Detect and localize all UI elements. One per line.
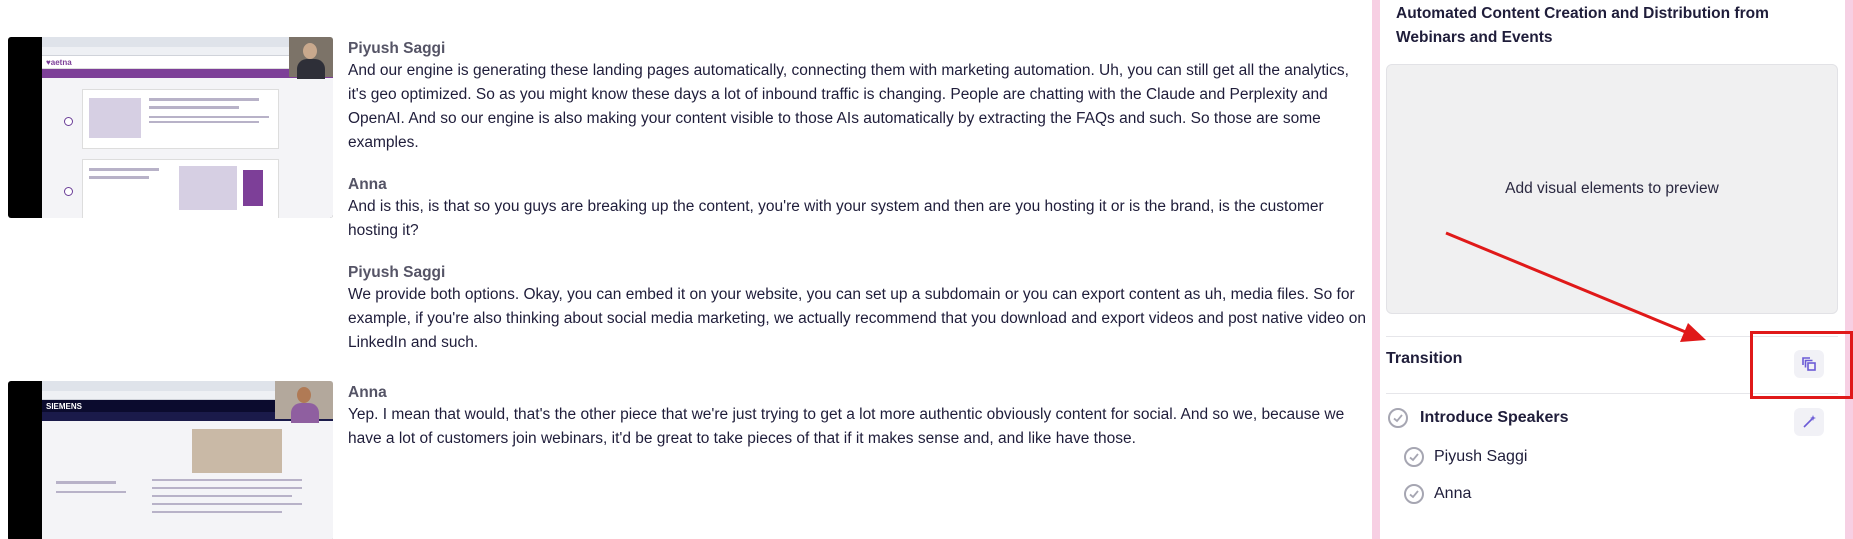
transcript-text: Yep. I mean that would, that's the other… — [348, 406, 1345, 447]
participant-video — [275, 381, 333, 423]
brand-logo: SIEMENS — [46, 401, 83, 411]
brand-logo: ♥aetna — [46, 57, 72, 67]
video-thumbnail[interactable]: SIEMENS — [8, 381, 333, 539]
transcript-area: ♥aetna SIEMENS Piyush Saggi And our engi… — [0, 0, 1372, 539]
speaker-item: Piyush Saggi — [1434, 448, 1528, 465]
transcript-entry: Anna And is this, is that so you guys ar… — [348, 175, 1368, 243]
check-circle-icon[interactable] — [1404, 484, 1424, 504]
video-thumbnail[interactable]: ♥aetna — [8, 37, 333, 218]
magic-wand-icon — [1803, 415, 1816, 428]
section-title: Introduce Speakers — [1420, 409, 1569, 426]
speaker-item: Anna — [1434, 485, 1472, 502]
visual-preview[interactable]: Add visual elements to preview — [1386, 64, 1838, 314]
preview-placeholder: Add visual elements to preview — [1505, 180, 1719, 197]
speaker-name: Anna — [348, 384, 387, 401]
check-circle-icon[interactable] — [1388, 408, 1408, 428]
transcript-entry: Piyush Saggi And our engine is generatin… — [348, 39, 1368, 155]
transcript-text: And is this, is that so you guys are bre… — [348, 198, 1324, 239]
transcript-entry: Anna Yep. I mean that would, that's the … — [348, 383, 1368, 451]
participant-video — [289, 37, 333, 79]
magic-button[interactable] — [1794, 408, 1824, 436]
panel-border-left — [1372, 0, 1380, 539]
speaker-name: Piyush Saggi — [348, 264, 446, 281]
side-panel: Automated Content Creation and Distribut… — [1380, 0, 1845, 539]
panel-border-right — [1845, 0, 1853, 539]
check-circle-icon[interactable] — [1404, 447, 1424, 467]
panel-title: Automated Content Creation and Distribut… — [1396, 5, 1769, 46]
transcript-text: And our engine is generating these landi… — [348, 62, 1349, 151]
annotation-highlight-box — [1750, 331, 1853, 399]
transcript-entry: Piyush Saggi We provide both options. Ok… — [348, 263, 1368, 355]
transition-label: Transition — [1386, 350, 1463, 367]
transcript-text: We provide both options. Okay, you can e… — [348, 286, 1366, 351]
speaker-name: Piyush Saggi — [348, 40, 446, 57]
speaker-name: Anna — [348, 176, 387, 193]
